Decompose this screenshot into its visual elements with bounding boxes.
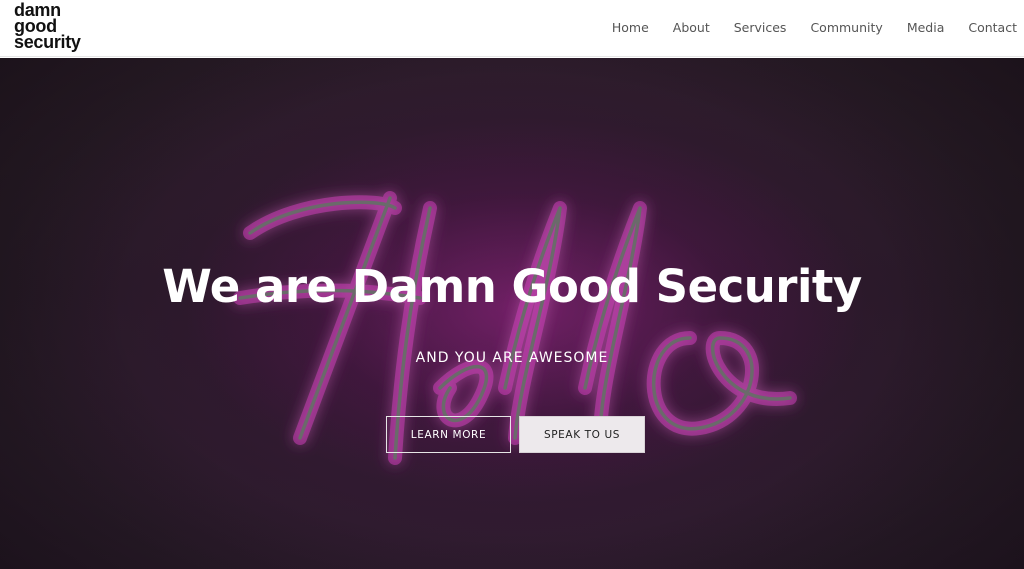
neon-hello-sign xyxy=(233,191,797,465)
hero-section: We are Damn Good Security AND YOU ARE AW… xyxy=(0,58,1024,569)
nav-services[interactable]: Services xyxy=(734,20,787,35)
main-nav: Home About Services Community Media Cont… xyxy=(588,20,1017,35)
hero-title: We are Damn Good Security xyxy=(162,260,862,313)
speak-to-us-button[interactable]: SPEAK TO US xyxy=(519,416,645,453)
nav-home[interactable]: Home xyxy=(612,20,649,35)
nav-media[interactable]: Media xyxy=(907,20,945,35)
logo-line-security: security xyxy=(14,32,81,52)
nav-contact[interactable]: Contact xyxy=(968,20,1017,35)
learn-more-button[interactable]: LEARN MORE xyxy=(386,416,511,453)
nav-about[interactable]: About xyxy=(673,20,710,35)
hero-subtitle: AND YOU ARE AWESOME xyxy=(415,350,609,366)
top-navbar: damn good security Home About Services C… xyxy=(0,0,1024,57)
site-logo[interactable]: damn good security xyxy=(14,1,81,52)
nav-community[interactable]: Community xyxy=(810,20,882,35)
